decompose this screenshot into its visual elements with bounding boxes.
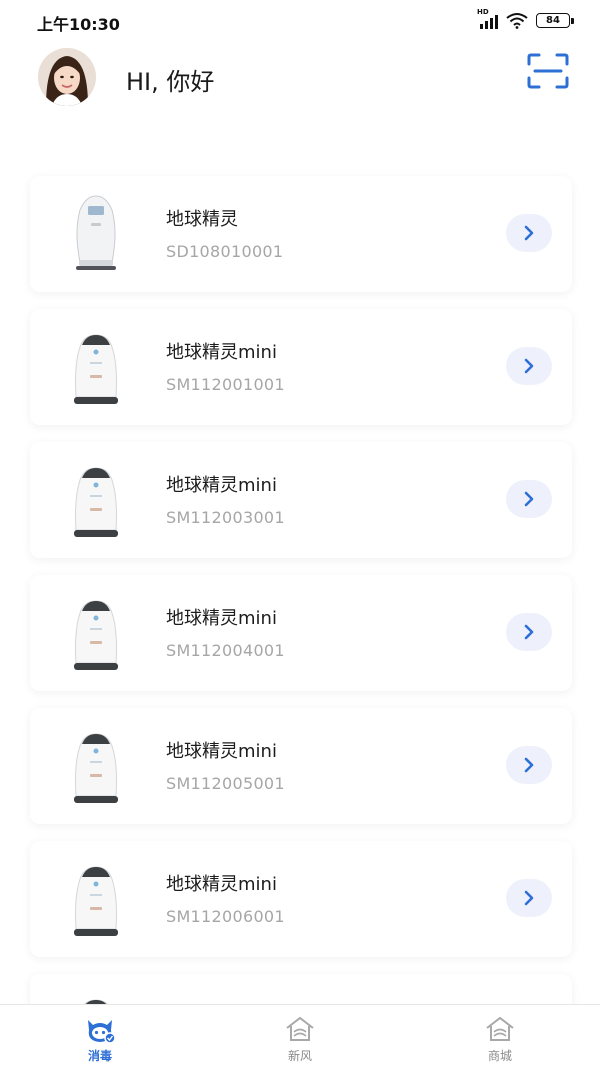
scan-button[interactable] <box>526 52 570 90</box>
header: HI, 你好 <box>0 42 600 118</box>
scan-icon <box>527 53 569 89</box>
tab-fresh-air[interactable]: 新风 <box>200 1005 400 1067</box>
device-card[interactable]: 地球精灵mini SM112003001 <box>30 442 572 558</box>
chevron-right-icon <box>524 624 534 640</box>
device-name: 地球精灵mini <box>166 342 277 363</box>
avatar[interactable] <box>38 48 96 106</box>
chevron-right-icon <box>524 358 534 374</box>
device-serial: SM112001001 <box>166 375 285 394</box>
device-detail-button[interactable] <box>506 746 552 784</box>
earth-genie-mini-device-image <box>74 334 118 404</box>
earth-genie-mini-device-image <box>74 600 118 670</box>
device-name: 地球精灵mini <box>166 475 277 496</box>
earth-genie-device-image <box>76 195 116 270</box>
device-serial: SM112003001 <box>166 508 285 527</box>
device-card[interactable]: 地球精灵mini SM112004001 <box>30 575 572 691</box>
disinfect-icon <box>88 1020 116 1044</box>
device-card[interactable]: 地球精灵mini SM112005001 <box>30 708 572 824</box>
wifi-icon <box>506 13 528 29</box>
status-icons: HD 84 <box>477 8 574 29</box>
device-serial: SD108010001 <box>166 242 284 261</box>
tab-label: 消毒 <box>87 1049 112 1063</box>
bottom-tab-bar: 消毒 新风 商城 <box>0 1004 600 1067</box>
device-card[interactable]: 地球精灵mini SM112006001 <box>30 841 572 957</box>
earth-genie-mini-device-image <box>74 467 118 537</box>
network-type-label: HD <box>477 7 489 16</box>
tab-disinfect[interactable]: 消毒 <box>0 1005 200 1067</box>
device-name: 地球精灵mini <box>166 874 277 895</box>
device-detail-button[interactable] <box>506 613 552 651</box>
cell-signal-icon: HD <box>477 8 498 29</box>
device-detail-button[interactable] <box>506 214 552 252</box>
device-name: 地球精灵mini <box>166 608 277 629</box>
device-detail-button[interactable] <box>506 480 552 518</box>
device-serial: SM112004001 <box>166 641 285 660</box>
device-card[interactable]: 地球精灵mini SM112001001 <box>30 309 572 425</box>
device-detail-button[interactable] <box>506 879 552 917</box>
chevron-right-icon <box>524 757 534 773</box>
device-list: 地球精灵 SD108010001 地球精灵mini SM112001001 地球… <box>30 176 572 1067</box>
chevron-right-icon <box>524 225 534 241</box>
battery-level: 84 <box>546 15 560 26</box>
device-serial: SM112005001 <box>166 774 285 793</box>
avatar-image <box>38 48 96 106</box>
earth-genie-mini-device-image <box>74 733 118 803</box>
device-detail-button[interactable] <box>506 347 552 385</box>
device-card[interactable]: 地球精灵 SD108010001 <box>30 176 572 292</box>
device-name: 地球精灵mini <box>166 741 277 762</box>
device-name: 地球精灵 <box>166 209 238 230</box>
tab-label: 商城 <box>487 1049 512 1063</box>
chevron-right-icon <box>524 491 534 507</box>
device-serial: SM112006001 <box>166 907 285 926</box>
tab-mall[interactable]: 商城 <box>400 1005 600 1067</box>
greeting-title: HI, 你好 <box>126 68 215 96</box>
tab-label: 新风 <box>287 1049 312 1063</box>
earth-genie-mini-device-image <box>74 866 118 936</box>
battery-icon: 84 <box>536 13 574 28</box>
fresh-air-house-icon <box>286 1016 314 1041</box>
chevron-right-icon <box>524 890 534 906</box>
status-bar: 上午10:30 HD 84 <box>0 0 600 42</box>
mall-house-icon <box>486 1016 514 1041</box>
status-time: 上午10:30 <box>37 15 120 34</box>
